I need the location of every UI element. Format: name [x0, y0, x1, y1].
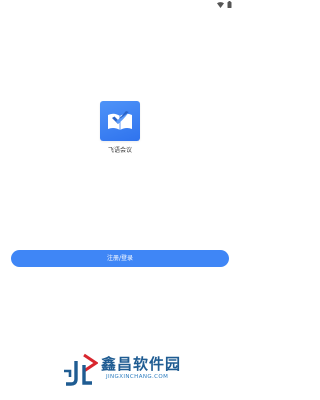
- watermark-url: JINGXINCHANG.COM: [106, 374, 169, 380]
- watermark-logo: [62, 353, 99, 391]
- register-login-button[interactable]: 注册/登录: [11, 250, 229, 267]
- battery-icon: [227, 1, 232, 8]
- status-icons: [217, 1, 232, 8]
- app-name: 飞语会议: [107, 147, 132, 154]
- app-logo: [100, 101, 140, 141]
- status-bar: [0, 0, 240, 10]
- wifi-icon: [217, 1, 224, 8]
- feiyu-logo-icon: [108, 111, 132, 130]
- watermark: 鑫昌软件园 JINGXINCHANG.COM: [62, 352, 212, 388]
- watermark-title: 鑫昌软件园: [101, 355, 182, 373]
